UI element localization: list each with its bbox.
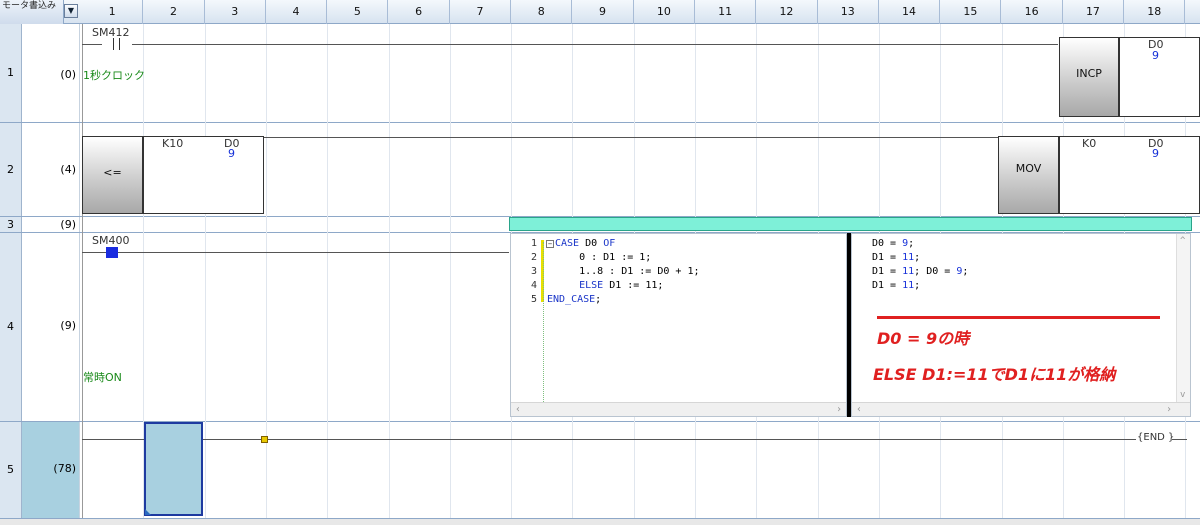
row-number: 5	[0, 422, 22, 518]
column-header-17: 17	[1063, 0, 1125, 24]
resize-handle-icon	[145, 509, 151, 515]
grid-line	[82, 24, 83, 518]
line-number: 4	[530, 280, 537, 291]
marker-icon	[261, 436, 268, 443]
st-block-header[interactable]	[509, 217, 1192, 231]
contact-on-icon[interactable]	[106, 247, 118, 258]
column-header-16: 16	[1002, 0, 1063, 24]
step-number: (78)	[22, 422, 80, 518]
monitor-line-4: D1 = 11;	[872, 280, 921, 291]
code-line-3[interactable]: 1..8 : D1 := D0 + 1;	[555, 266, 699, 277]
column-header-12: 12	[756, 0, 818, 24]
monitor-write-mode-label: モータ書込み	[0, 0, 64, 24]
column-header-15: 15	[940, 0, 1002, 24]
device-comment: 常時ON	[83, 371, 122, 384]
column-header-9: 9	[572, 0, 634, 24]
line-number: 1	[530, 238, 537, 249]
step-number: (9)	[22, 217, 80, 232]
device-comment: 1秒クロック	[83, 69, 145, 82]
row-number: 3	[0, 217, 22, 232]
column-header-11: 11	[695, 0, 757, 24]
code-line-5[interactable]: END_CASE;	[547, 294, 601, 305]
grid-line	[450, 24, 451, 518]
line-number: 3	[530, 266, 537, 277]
column-header-3: 3	[205, 0, 266, 24]
mov-destination-value: 9	[1152, 147, 1159, 160]
end-instruction[interactable]: {END }	[1137, 432, 1174, 443]
column-header-1: 1	[82, 0, 144, 24]
column-header-6: 6	[389, 0, 450, 24]
operand-value: 9	[1152, 49, 1159, 62]
column-header-7: 7	[450, 0, 512, 24]
annotation-line-2: ELSE D1:=11でD1に11が格納	[873, 365, 1116, 384]
chevron-down-icon[interactable]: ▼	[64, 4, 78, 18]
column-header-14: 14	[879, 0, 941, 24]
row-number: 4	[0, 233, 22, 421]
monitor-line-3: D1 = 11; D0 = 9;	[872, 266, 969, 277]
line-number: 2	[530, 252, 537, 263]
column-header-18: 18	[1124, 0, 1186, 24]
code-line-4[interactable]: ELSE D1 := 11;	[555, 280, 663, 291]
line-number: 5	[530, 294, 537, 305]
horizontal-scrollbar[interactable]: ‹ ›	[511, 402, 846, 416]
column-header-8: 8	[511, 0, 573, 24]
grid-line	[266, 24, 267, 518]
monitor-line-2: D1 = 11;	[872, 252, 921, 263]
column-header-2: 2	[143, 0, 205, 24]
code-line-2[interactable]: 0 : D1 := 1;	[555, 252, 651, 263]
incp-instruction[interactable]: INCP	[1059, 37, 1119, 117]
annotation-underline	[877, 316, 1160, 319]
step-number: (9)	[22, 233, 80, 421]
compare-instruction[interactable]: <=	[82, 136, 143, 214]
no-contact-icon[interactable]	[102, 38, 132, 50]
grid-line	[205, 24, 206, 518]
mov-source: K0	[1082, 137, 1097, 150]
column-header-13: 13	[818, 0, 879, 24]
st-code-editor[interactable]: 1 2 3 4 5 − CASE D0 OF 0 : D1 := 1; 1..8…	[510, 233, 847, 417]
compare-s2-value: 9	[228, 147, 235, 160]
monitor-line-1: D0 = 9;	[872, 238, 915, 249]
cursor-selection[interactable]	[144, 422, 203, 516]
step-number: (0)	[22, 24, 80, 122]
ladder-editor: モータ書込み ▼ 1 2 3 4 5 6 7 8 9 10 11 12 13 14 15 16 17 18 1 (…	[0, 0, 1200, 525]
vertical-scrollbar[interactable]: ^ v	[1176, 234, 1190, 402]
grid-line	[327, 24, 328, 518]
column-header-5: 5	[327, 0, 389, 24]
column-header-10: 10	[634, 0, 695, 24]
row-number: 2	[0, 123, 22, 216]
horizontal-scrollbar[interactable]: ‹ ›	[852, 402, 1190, 416]
mov-instruction[interactable]: MOV	[998, 136, 1059, 214]
code-line-1[interactable]: CASE D0 OF	[555, 238, 615, 249]
row-number: 1	[0, 24, 22, 122]
collapse-icon[interactable]: −	[546, 240, 554, 248]
annotation-line-1: D0 = 9の時	[877, 329, 970, 348]
grid-line	[389, 24, 390, 518]
column-header-4: 4	[266, 0, 328, 24]
contact-label: SM400	[92, 234, 130, 247]
compare-s1: K10	[162, 137, 184, 150]
step-number: (4)	[22, 123, 80, 216]
